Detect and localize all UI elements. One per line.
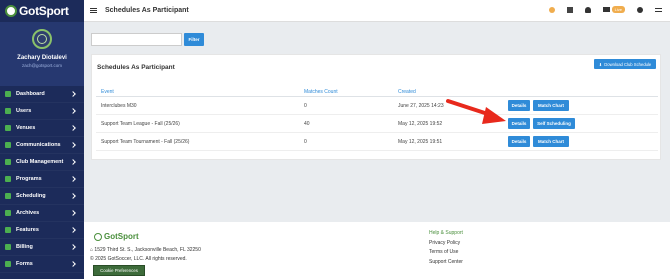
users-icon (5, 108, 11, 114)
annotation-arrow-icon (446, 99, 506, 124)
top-bar: Schedules As Participant Live (84, 0, 670, 22)
brand-logo[interactable]: GotSport (0, 0, 84, 22)
sidebar-item-users[interactable]: Users (0, 103, 84, 120)
scheduling-icon (5, 193, 11, 199)
card-title: Schedules As Participant (97, 64, 175, 71)
top-icons: Live (548, 6, 662, 13)
venues-icon (5, 125, 11, 131)
sidebar-item-billing[interactable]: Billing (0, 239, 84, 256)
table-header: Event Matches Count Created (96, 88, 658, 97)
sidebar: GotSport Zachary Diotalevi zach@gotsport… (0, 0, 84, 279)
live-badge: Live (611, 6, 625, 13)
archives-icon (5, 210, 11, 216)
download-icon: ⬇ (598, 61, 603, 67)
chevron-right-icon (70, 108, 76, 114)
created-date: June 27, 2025 14:23 (398, 103, 444, 109)
sidebar-item-programs[interactable]: Programs (0, 171, 84, 188)
club-management-icon (5, 159, 11, 165)
mail-icon[interactable] (602, 7, 610, 12)
programs-icon (5, 176, 11, 182)
event-name: Interclubes M30 (101, 103, 137, 109)
column-header-created[interactable]: Created (398, 89, 416, 95)
user-icon[interactable] (584, 6, 591, 13)
chevron-right-icon (70, 142, 76, 148)
soccer-ball-icon (5, 5, 17, 17)
schedules-table: Event Matches Count Created Interclubes … (96, 88, 658, 151)
search-input[interactable] (91, 33, 182, 46)
filter-button[interactable]: Filter (184, 33, 204, 46)
footer-link-terms[interactable]: Terms of Use (429, 249, 463, 255)
communications-icon (5, 142, 11, 148)
created-date: May 12, 2025 19:51 (398, 139, 443, 145)
matches-count: 0 (304, 103, 307, 109)
sidebar-item-features[interactable]: Features (0, 222, 84, 239)
chat-icon[interactable] (637, 6, 643, 13)
download-club-schedule-button[interactable]: ⬇ Download Club Schedule (594, 59, 656, 69)
sidebar-item-dashboard[interactable]: Dashboard (0, 86, 84, 103)
table-row: Support Team Tournament - Fall (25/26) 0… (96, 133, 658, 151)
sidebar-item-venues[interactable]: Venues (0, 120, 84, 137)
page-title: Schedules As Participant (105, 7, 189, 14)
sidebar-item-club-management[interactable]: Club Management (0, 154, 84, 171)
dashboard-icon (5, 91, 11, 97)
billing-icon (5, 244, 11, 250)
grid-icon[interactable] (566, 6, 573, 13)
chevron-right-icon (70, 125, 76, 131)
self-scheduling-button[interactable]: Self Scheduling (533, 118, 575, 129)
footer-links: Help & Support Privacy Policy Terms of U… (429, 230, 463, 265)
profile-email[interactable]: zach@gotsport.com (22, 63, 62, 68)
event-name: Support Team Tournament - Fall (25/26) (101, 139, 190, 145)
footer-link-support-center[interactable]: Support Center (429, 259, 463, 265)
menu-icon[interactable] (655, 7, 662, 12)
table-row: Interclubes M30 0 June 27, 2025 14:23 De… (96, 97, 658, 115)
avatar[interactable] (32, 29, 52, 49)
help-icon[interactable] (548, 6, 555, 13)
footer-link-help[interactable]: Help & Support (429, 230, 463, 236)
profile-panel: Zachary Diotalevi zach@gotsport.com (0, 22, 84, 86)
brand-name: GotSport (19, 4, 69, 18)
column-header-event[interactable]: Event (101, 89, 114, 95)
event-name: Support Team League - Fall (25/26) (101, 121, 180, 127)
match-chart-button[interactable]: Match Chart (533, 136, 569, 147)
sidebar-item-archives[interactable]: Archives (0, 205, 84, 222)
chevron-right-icon (70, 227, 76, 233)
chevron-right-icon (70, 261, 76, 267)
footer: GotSport ⌂ 1529 Third St. S., Jacksonvil… (84, 222, 670, 279)
chevron-right-icon (70, 210, 76, 216)
chevron-right-icon (70, 244, 76, 250)
schedules-card: Schedules As Participant ⬇ Download Club… (91, 54, 661, 160)
profile-name: Zachary Diotalevi (17, 55, 67, 61)
sidebar-item-scheduling[interactable]: Scheduling (0, 188, 84, 205)
match-chart-button[interactable]: Match Chart (533, 100, 569, 111)
sidebar-menu: Dashboard Users Venues Communications Cl… (0, 86, 84, 273)
soccer-ball-icon (94, 232, 102, 241)
hamburger-menu-icon[interactable] (90, 8, 97, 13)
chevron-right-icon (70, 193, 76, 199)
chevron-right-icon (70, 91, 76, 97)
footer-copyright: © 2025 GotSoccer, LLC. All rights reserv… (90, 256, 187, 262)
created-date: May 12, 2025 19:52 (398, 121, 443, 127)
footer-link-privacy[interactable]: Privacy Policy (429, 240, 463, 246)
matches-count: 0 (304, 139, 307, 145)
details-button[interactable]: Details (508, 136, 530, 147)
matches-count: 40 (304, 121, 310, 127)
sidebar-item-communications[interactable]: Communications (0, 137, 84, 154)
features-icon (5, 227, 11, 233)
cookie-preferences-button[interactable]: Cookie Preferences (93, 265, 145, 276)
footer-logo: GotSport (94, 232, 139, 241)
chevron-right-icon (70, 176, 76, 182)
sidebar-item-forms[interactable]: Forms (0, 256, 84, 273)
table-row: Support Team League - Fall (25/26) 40 Ma… (96, 115, 658, 133)
column-header-matches-count[interactable]: Matches Count (304, 89, 338, 95)
footer-address: ⌂ 1529 Third St. S., Jacksonville Beach,… (90, 247, 201, 253)
chevron-right-icon (70, 159, 76, 165)
forms-icon (5, 261, 11, 267)
